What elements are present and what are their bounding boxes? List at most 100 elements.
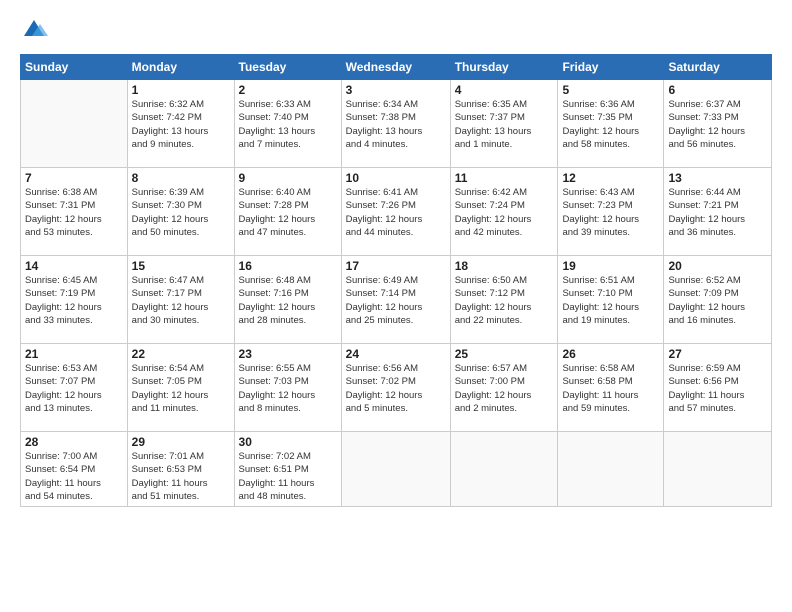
day-number: 18 [455,259,554,273]
day-number: 22 [132,347,230,361]
day-number: 29 [132,435,230,449]
calendar-cell: 5Sunrise: 6:36 AM Sunset: 7:35 PM Daylig… [558,80,664,168]
col-header-tuesday: Tuesday [234,55,341,80]
day-number: 9 [239,171,337,185]
day-info: Sunrise: 6:43 AM Sunset: 7:23 PM Dayligh… [562,186,659,239]
day-info: Sunrise: 6:48 AM Sunset: 7:16 PM Dayligh… [239,274,337,327]
calendar-cell: 1Sunrise: 6:32 AM Sunset: 7:42 PM Daylig… [127,80,234,168]
day-number: 8 [132,171,230,185]
day-info: Sunrise: 6:33 AM Sunset: 7:40 PM Dayligh… [239,98,337,151]
day-number: 17 [346,259,446,273]
calendar-cell: 3Sunrise: 6:34 AM Sunset: 7:38 PM Daylig… [341,80,450,168]
day-number: 26 [562,347,659,361]
calendar-cell [341,432,450,507]
calendar-cell [450,432,558,507]
calendar-cell: 17Sunrise: 6:49 AM Sunset: 7:14 PM Dayli… [341,256,450,344]
day-info: Sunrise: 7:02 AM Sunset: 6:51 PM Dayligh… [239,450,337,503]
day-info: Sunrise: 6:52 AM Sunset: 7:09 PM Dayligh… [668,274,767,327]
calendar-week-row: 7Sunrise: 6:38 AM Sunset: 7:31 PM Daylig… [21,168,772,256]
calendar-cell: 6Sunrise: 6:37 AM Sunset: 7:33 PM Daylig… [664,80,772,168]
col-header-friday: Friday [558,55,664,80]
day-number: 28 [25,435,123,449]
col-header-wednesday: Wednesday [341,55,450,80]
day-info: Sunrise: 6:36 AM Sunset: 7:35 PM Dayligh… [562,98,659,151]
col-header-saturday: Saturday [664,55,772,80]
day-info: Sunrise: 6:54 AM Sunset: 7:05 PM Dayligh… [132,362,230,415]
calendar-cell: 29Sunrise: 7:01 AM Sunset: 6:53 PM Dayli… [127,432,234,507]
calendar-week-row: 28Sunrise: 7:00 AM Sunset: 6:54 PM Dayli… [21,432,772,507]
day-info: Sunrise: 6:41 AM Sunset: 7:26 PM Dayligh… [346,186,446,239]
day-number: 7 [25,171,123,185]
day-info: Sunrise: 6:35 AM Sunset: 7:37 PM Dayligh… [455,98,554,151]
calendar-cell: 22Sunrise: 6:54 AM Sunset: 7:05 PM Dayli… [127,344,234,432]
day-info: Sunrise: 6:42 AM Sunset: 7:24 PM Dayligh… [455,186,554,239]
day-number: 2 [239,83,337,97]
day-info: Sunrise: 6:38 AM Sunset: 7:31 PM Dayligh… [25,186,123,239]
calendar-week-row: 1Sunrise: 6:32 AM Sunset: 7:42 PM Daylig… [21,80,772,168]
calendar-cell: 25Sunrise: 6:57 AM Sunset: 7:00 PM Dayli… [450,344,558,432]
calendar-cell: 26Sunrise: 6:58 AM Sunset: 6:58 PM Dayli… [558,344,664,432]
day-info: Sunrise: 6:58 AM Sunset: 6:58 PM Dayligh… [562,362,659,415]
calendar-cell: 21Sunrise: 6:53 AM Sunset: 7:07 PM Dayli… [21,344,128,432]
page: SundayMondayTuesdayWednesdayThursdayFrid… [0,0,792,612]
calendar-cell: 15Sunrise: 6:47 AM Sunset: 7:17 PM Dayli… [127,256,234,344]
day-info: Sunrise: 6:51 AM Sunset: 7:10 PM Dayligh… [562,274,659,327]
day-info: Sunrise: 6:45 AM Sunset: 7:19 PM Dayligh… [25,274,123,327]
calendar-cell: 4Sunrise: 6:35 AM Sunset: 7:37 PM Daylig… [450,80,558,168]
col-header-thursday: Thursday [450,55,558,80]
calendar-cell: 28Sunrise: 7:00 AM Sunset: 6:54 PM Dayli… [21,432,128,507]
day-number: 27 [668,347,767,361]
day-number: 30 [239,435,337,449]
day-info: Sunrise: 6:32 AM Sunset: 7:42 PM Dayligh… [132,98,230,151]
day-number: 6 [668,83,767,97]
day-info: Sunrise: 6:57 AM Sunset: 7:00 PM Dayligh… [455,362,554,415]
calendar-cell: 2Sunrise: 6:33 AM Sunset: 7:40 PM Daylig… [234,80,341,168]
logo [20,16,52,44]
calendar-cell: 20Sunrise: 6:52 AM Sunset: 7:09 PM Dayli… [664,256,772,344]
header [20,16,772,44]
calendar-cell: 19Sunrise: 6:51 AM Sunset: 7:10 PM Dayli… [558,256,664,344]
calendar-cell: 12Sunrise: 6:43 AM Sunset: 7:23 PM Dayli… [558,168,664,256]
calendar-cell: 23Sunrise: 6:55 AM Sunset: 7:03 PM Dayli… [234,344,341,432]
day-info: Sunrise: 6:34 AM Sunset: 7:38 PM Dayligh… [346,98,446,151]
calendar-cell: 24Sunrise: 6:56 AM Sunset: 7:02 PM Dayli… [341,344,450,432]
day-number: 5 [562,83,659,97]
day-info: Sunrise: 6:55 AM Sunset: 7:03 PM Dayligh… [239,362,337,415]
day-number: 19 [562,259,659,273]
calendar-cell: 27Sunrise: 6:59 AM Sunset: 6:56 PM Dayli… [664,344,772,432]
day-info: Sunrise: 6:40 AM Sunset: 7:28 PM Dayligh… [239,186,337,239]
calendar-cell: 30Sunrise: 7:02 AM Sunset: 6:51 PM Dayli… [234,432,341,507]
calendar-cell: 16Sunrise: 6:48 AM Sunset: 7:16 PM Dayli… [234,256,341,344]
day-number: 1 [132,83,230,97]
calendar-week-row: 21Sunrise: 6:53 AM Sunset: 7:07 PM Dayli… [21,344,772,432]
day-number: 21 [25,347,123,361]
day-number: 23 [239,347,337,361]
day-number: 25 [455,347,554,361]
day-number: 10 [346,171,446,185]
calendar-cell [558,432,664,507]
col-header-monday: Monday [127,55,234,80]
day-number: 14 [25,259,123,273]
calendar-table: SundayMondayTuesdayWednesdayThursdayFrid… [20,54,772,507]
day-number: 15 [132,259,230,273]
day-number: 16 [239,259,337,273]
day-info: Sunrise: 6:59 AM Sunset: 6:56 PM Dayligh… [668,362,767,415]
day-info: Sunrise: 7:01 AM Sunset: 6:53 PM Dayligh… [132,450,230,503]
calendar-cell [664,432,772,507]
day-number: 13 [668,171,767,185]
day-info: Sunrise: 6:47 AM Sunset: 7:17 PM Dayligh… [132,274,230,327]
day-info: Sunrise: 6:53 AM Sunset: 7:07 PM Dayligh… [25,362,123,415]
calendar-cell: 13Sunrise: 6:44 AM Sunset: 7:21 PM Dayli… [664,168,772,256]
col-header-sunday: Sunday [21,55,128,80]
day-info: Sunrise: 6:39 AM Sunset: 7:30 PM Dayligh… [132,186,230,239]
calendar-cell: 9Sunrise: 6:40 AM Sunset: 7:28 PM Daylig… [234,168,341,256]
day-number: 4 [455,83,554,97]
calendar-header-row: SundayMondayTuesdayWednesdayThursdayFrid… [21,55,772,80]
calendar-cell: 7Sunrise: 6:38 AM Sunset: 7:31 PM Daylig… [21,168,128,256]
calendar-cell [21,80,128,168]
day-number: 20 [668,259,767,273]
calendar-cell: 11Sunrise: 6:42 AM Sunset: 7:24 PM Dayli… [450,168,558,256]
calendar-cell: 10Sunrise: 6:41 AM Sunset: 7:26 PM Dayli… [341,168,450,256]
day-info: Sunrise: 6:37 AM Sunset: 7:33 PM Dayligh… [668,98,767,151]
day-number: 11 [455,171,554,185]
